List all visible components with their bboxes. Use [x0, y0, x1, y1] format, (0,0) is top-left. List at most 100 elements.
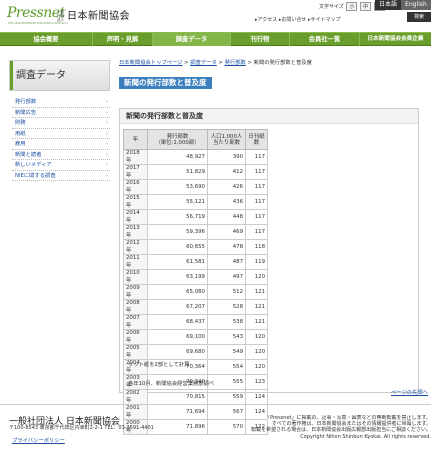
cell-year: 2011年 [123, 254, 148, 270]
cell-year: 2012年 [123, 239, 148, 255]
column-header-dailies: 日刊紙数 [245, 129, 268, 150]
breadcrumb-current: 新聞の発行部数と普及度 [253, 60, 312, 66]
privacy-policy-link[interactable]: プライバシーポリシー [12, 436, 65, 444]
table-row: 2005年 69,680 549 120 [123, 344, 268, 360]
search-button[interactable]: 検索 [407, 12, 431, 22]
cell-per-1000: 549 [207, 344, 246, 360]
cell-per-1000: 426 [207, 179, 246, 195]
cell-per-1000: 567 [207, 404, 246, 420]
sidebar-item-paper[interactable]: 用紙 [12, 129, 110, 139]
access-link[interactable]: アクセス [258, 17, 278, 23]
lang-japanese-tab[interactable]: 日本語 [375, 0, 401, 10]
cell-year: 2018年 [123, 149, 148, 165]
table-row: 2009年 65,080 512 121 [123, 284, 268, 300]
cell-dailies: 124 [245, 389, 268, 405]
cell-circulation: 63,199 [147, 269, 208, 285]
cell-per-1000: 448 [207, 209, 246, 225]
footer-copyright: Copyright Nihon Shinbun Kyokai. All righ… [300, 433, 431, 440]
cell-per-1000: 497 [207, 269, 246, 285]
nav-survey-data[interactable]: 調査データ [153, 33, 231, 46]
cell-dailies: 117 [245, 179, 268, 195]
circulation-table: 年 発行部数 （単位:1,000部） 人口1,000人 当たり部数 日刊紙数 2… [123, 129, 268, 435]
breadcrumb-home[interactable]: 日本新聞協会トップページ [119, 60, 182, 66]
cell-dailies: 117 [245, 209, 268, 225]
logo-subtitle: THE JAPAN NEWSPAPER PUBLISHERS & EDITORS… [8, 22, 68, 25]
sidebar-item-new-media[interactable]: 新しいメディア [12, 160, 110, 171]
cell-per-1000: 512 [207, 284, 246, 300]
org-type-label: 一般社団法人 [57, 10, 64, 22]
cell-year: 2009年 [123, 284, 148, 300]
cell-dailies: 120 [245, 329, 268, 345]
column-header-year: 年 [123, 129, 148, 150]
lang-english-tab[interactable]: English [401, 0, 431, 10]
cell-year: 2001年 [123, 404, 148, 420]
nav-publications[interactable]: 刊行物 [231, 33, 290, 46]
cell-per-1000: 390 [207, 149, 246, 165]
panel-heading: 新聞の発行部数と普及度 [120, 109, 418, 124]
column-header-per-1000: 人口1,000人 当たり部数 [207, 129, 246, 150]
cell-dailies: 121 [245, 314, 268, 330]
cell-circulation: 48,927 [147, 149, 208, 165]
nav-member-companies[interactable]: 日本新聞協会会員企業 [360, 33, 431, 46]
global-nav: 協会概要 声明・見解 調査データ 刊行物 会員社一覧 日本新聞協会会員企業 [0, 32, 431, 46]
cell-year: 2006年 [123, 329, 148, 345]
cell-year: 2005年 [123, 344, 148, 360]
nav-about[interactable]: 協会概要 [0, 33, 93, 46]
table-row: 2018年 48,927 390 117 [123, 149, 268, 165]
sidebar-item-circulation[interactable]: 発行部数 [12, 97, 110, 108]
sidebar-item-employment[interactable]: 雇用 [12, 139, 110, 150]
column-header-circulation: 発行部数 （単位:1,000部） [147, 129, 208, 150]
cell-circulation: 65,080 [147, 284, 208, 300]
cell-dailies: 120 [245, 344, 268, 360]
sidebar-title: 調査データ [9, 60, 110, 91]
cell-circulation: 70,815 [147, 389, 208, 405]
cell-circulation: 59,396 [147, 224, 208, 240]
sidebar-item-advertising[interactable]: 新聞広告 [12, 108, 110, 118]
cell-year: 2008年 [123, 299, 148, 315]
cell-per-1000: 559 [207, 389, 246, 405]
font-medium-button[interactable]: 中 [360, 2, 372, 11]
cell-dailies: 123 [245, 374, 268, 390]
breadcrumb-survey-data[interactable]: 調査データ [190, 60, 217, 66]
cell-year: 2017年 [123, 164, 148, 180]
cell-dailies: 121 [245, 299, 268, 315]
cell-year: 2013年 [123, 224, 148, 240]
table-row: 2016年 53,690 426 117 [123, 179, 268, 195]
cell-dailies: 119 [245, 254, 268, 270]
cell-per-1000: 570 [207, 419, 246, 435]
cell-year: 2014年 [123, 209, 148, 225]
cell-per-1000: 412 [207, 164, 246, 180]
sitemap-link[interactable]: サイトマップ [311, 17, 341, 23]
cell-dailies: 117 [245, 194, 268, 210]
cell-per-1000: 538 [207, 314, 246, 330]
sidebar-item-nie[interactable]: NIEに関する調査 [12, 171, 110, 181]
table-row: 2017年 51,829 412 117 [123, 164, 268, 180]
sidebar-item-finance[interactable]: 財務 [12, 118, 110, 129]
breadcrumb-circulation[interactable]: 発行部数 [225, 60, 246, 66]
sidebar-item-readers[interactable]: 新聞と読者 [12, 150, 110, 160]
cell-circulation: 69,100 [147, 329, 208, 345]
breadcrumb: 日本新聞協会トップページ > 調査データ > 発行部数 > 新聞の発行部数と普及… [119, 58, 312, 66]
page-top-link[interactable]: ページの先頭へ [391, 388, 428, 396]
nav-statements[interactable]: 声明・見解 [93, 33, 153, 46]
nav-members[interactable]: 会員社一覧 [290, 33, 360, 46]
cell-per-1000: 487 [207, 254, 246, 270]
cell-per-1000: 478 [207, 239, 246, 255]
org-name-logo[interactable]: 日本新聞協会 [67, 7, 130, 22]
table-row: 2002年 70,815 559 124 [123, 389, 268, 405]
cell-year: 2007年 [123, 314, 148, 330]
cell-dailies: 117 [245, 164, 268, 180]
cell-dailies: 118 [245, 239, 268, 255]
table-row: 2006年 69,100 543 120 [123, 329, 268, 345]
contact-link[interactable]: お問い合せ [281, 17, 306, 23]
font-small-button[interactable]: 小 [346, 2, 358, 11]
cell-year: 2016年 [123, 179, 148, 195]
table-row: 2010年 63,199 497 120 [123, 269, 268, 285]
cell-dailies: 117 [245, 149, 268, 165]
page-title: 新聞の発行部数と普及度 [119, 77, 212, 89]
cell-circulation: 53,690 [147, 179, 208, 195]
table-row: 2008年 67,207 528 121 [123, 299, 268, 315]
cell-per-1000: 436 [207, 194, 246, 210]
footer-notice-line: 転載を希望される場合は、日本新聞協会出版広報部出版担当にご相談ください。 [251, 427, 431, 434]
sidebar-menu: 発行部数 新聞広告 財務 用紙 雇用 新聞と読者 新しいメディア NIEに関する… [12, 97, 110, 181]
